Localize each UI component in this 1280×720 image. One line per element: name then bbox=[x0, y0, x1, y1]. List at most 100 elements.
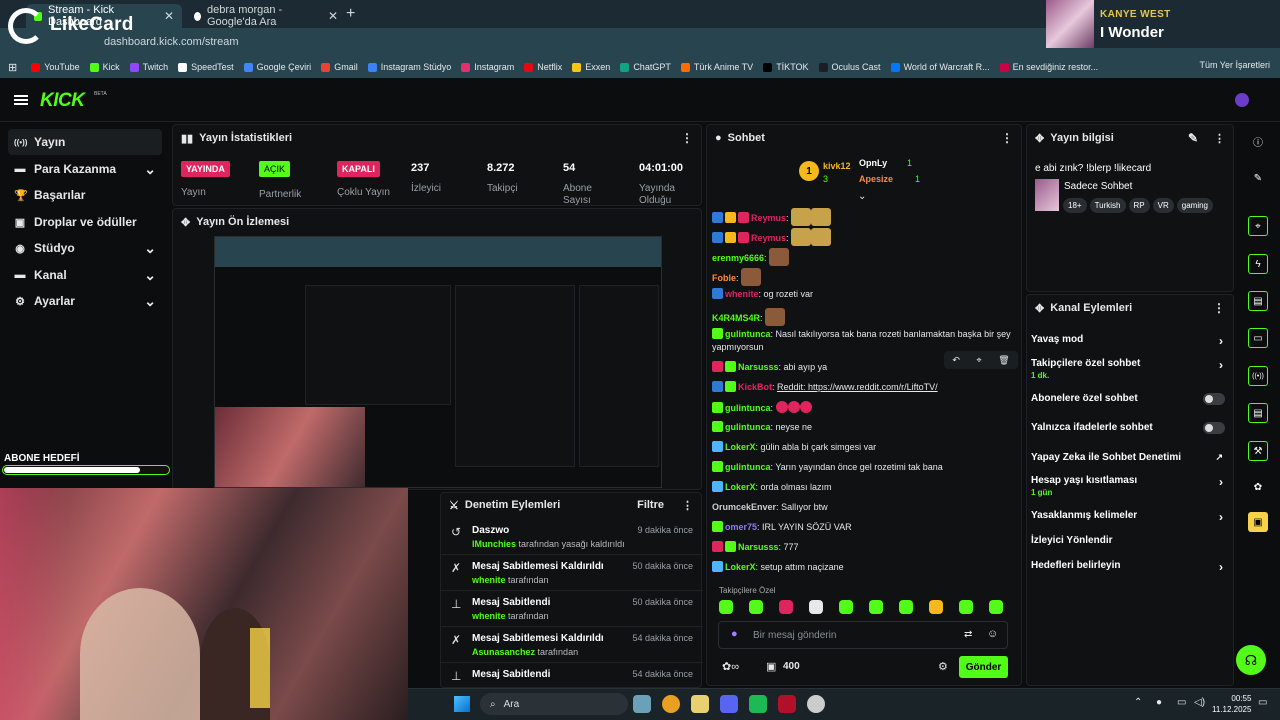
document-icon[interactable]: ▤ bbox=[1248, 291, 1268, 311]
channel-action-3[interactable]: Yalnızca ifadelerle sohbet bbox=[1031, 422, 1229, 436]
bookmark-item[interactable]: Türk Anime TV bbox=[680, 62, 753, 72]
avatar[interactable] bbox=[1235, 93, 1249, 107]
emote-icon[interactable] bbox=[809, 600, 823, 614]
sidebar-item-2[interactable]: 🏆 Başarılar bbox=[8, 182, 162, 208]
chat-username[interactable]: Narsusss bbox=[738, 362, 779, 372]
leader-name[interactable]: kivk12 bbox=[823, 161, 851, 171]
chat-username[interactable]: LokerX bbox=[725, 562, 756, 572]
target-icon[interactable]: ⌖ bbox=[1248, 216, 1268, 236]
tag[interactable]: gaming bbox=[1176, 198, 1214, 213]
network-icon[interactable]: ▭ bbox=[1177, 697, 1186, 708]
chevron-up-icon[interactable]: ⌃ bbox=[1134, 697, 1142, 708]
channel-action-0[interactable]: Yavaş mod › bbox=[1031, 334, 1229, 348]
leader-name[interactable]: Apesize bbox=[859, 174, 893, 184]
close-icon[interactable]: ✕ bbox=[164, 9, 174, 23]
external-link-icon[interactable]: ↗ bbox=[1215, 452, 1223, 463]
emote-icon[interactable] bbox=[929, 600, 943, 614]
bookmark-item[interactable]: SpeedTest bbox=[178, 62, 234, 72]
chat-username[interactable]: Foble bbox=[712, 273, 736, 283]
chat-username[interactable]: gulintunca bbox=[725, 403, 771, 413]
chat-username[interactable]: Reymus bbox=[751, 233, 786, 243]
filter-button[interactable]: Filtre bbox=[637, 499, 664, 511]
sidebar-item-4[interactable]: ◉ Stüdyo ⌄ bbox=[8, 235, 162, 261]
moderation-user[interactable]: whenite bbox=[472, 611, 506, 621]
chevron-right-icon[interactable]: › bbox=[1219, 560, 1223, 574]
emote-icon[interactable] bbox=[989, 600, 1003, 614]
chat-message[interactable]: LokerX: setup attım naçizane bbox=[712, 561, 1012, 574]
bookmark-item[interactable]: Twitch bbox=[129, 62, 168, 72]
channel-action-1[interactable]: Takipçilere özel sohbet 1 dk. › bbox=[1031, 358, 1229, 384]
emote-icon[interactable] bbox=[869, 600, 883, 614]
spotify-icon[interactable] bbox=[749, 695, 767, 713]
sidebar-item-3[interactable]: ▣ Droplar ve ödüller bbox=[8, 209, 162, 235]
bookmark-item[interactable]: Exxen bbox=[572, 62, 610, 72]
info-icon[interactable]: ⓘ bbox=[1248, 131, 1268, 151]
chat-bubble-icon[interactable]: ▭ bbox=[1248, 328, 1268, 348]
pin-icon[interactable]: ⌖ bbox=[977, 355, 982, 366]
tab-google-search[interactable]: debra morgan - Google'da Ara ✕ bbox=[186, 4, 346, 28]
bolt-icon[interactable]: ϟ bbox=[1248, 254, 1268, 274]
chevron-right-icon[interactable]: › bbox=[1219, 510, 1223, 524]
bookmark-item[interactable]: YouTube bbox=[31, 62, 80, 72]
moderation-user[interactable]: whenite bbox=[472, 575, 506, 585]
bookmark-item[interactable]: ChatGPT bbox=[620, 62, 671, 72]
chat-input[interactable]: ● Bir mesaj gönderin ⇄ ☺ bbox=[718, 621, 1008, 649]
chevron-right-icon[interactable]: › bbox=[1219, 334, 1223, 348]
chat-message[interactable]: KickBot: Reddit: https://www.reddit.com/… bbox=[712, 381, 1012, 394]
stream-preview-video[interactable] bbox=[214, 236, 662, 488]
url-field[interactable]: dashboard.kick.com/stream bbox=[104, 36, 239, 48]
monitor-app-icon[interactable] bbox=[633, 695, 651, 713]
chat-message[interactable]: whenite: og rozeti var bbox=[712, 288, 1012, 301]
sidebar-item-6[interactable]: ⚙ Ayarlar ⌄ bbox=[8, 288, 162, 314]
pencil-icon[interactable]: ✎ bbox=[1248, 168, 1268, 188]
chat-username[interactable]: whenite bbox=[725, 289, 759, 299]
channel-action-6[interactable]: Yasaklanmış kelimeler › bbox=[1031, 510, 1229, 524]
volume-icon[interactable]: ◁) bbox=[1194, 697, 1205, 708]
tag[interactable]: VR bbox=[1152, 198, 1174, 213]
bookmark-item[interactable]: Gmail bbox=[321, 62, 358, 72]
menu-icon[interactable] bbox=[14, 95, 28, 105]
bookmark-item[interactable]: En sevdiğiniz restor... bbox=[999, 62, 1098, 72]
chrome-icon[interactable] bbox=[662, 695, 680, 713]
all-bookmarks-link[interactable]: Tüm Yer İşaretleri bbox=[1199, 60, 1270, 70]
chat-message[interactable]: gulintunca: bbox=[712, 401, 1012, 415]
toggle-switch[interactable] bbox=[1203, 393, 1225, 405]
bookmark-item[interactable]: Kick bbox=[89, 62, 120, 72]
tag[interactable]: 18+ bbox=[1063, 198, 1087, 213]
users-icon[interactable]: ✿ bbox=[1248, 477, 1268, 497]
chevron-right-icon[interactable]: › bbox=[1219, 358, 1223, 372]
leader-name[interactable]: OpnLy bbox=[859, 158, 887, 168]
chat-message[interactable]: erenmy6666: bbox=[712, 248, 1012, 266]
chat-message[interactable]: Reymus: bbox=[712, 228, 1012, 246]
bookmark-item[interactable]: Google Çeviri bbox=[243, 62, 311, 72]
bookmark-item[interactable]: Netflix bbox=[524, 62, 562, 72]
bookmark-item[interactable]: TİKTOK bbox=[763, 62, 809, 72]
emote-icon[interactable] bbox=[779, 600, 793, 614]
more-icon[interactable]: ⋮ bbox=[1214, 132, 1225, 145]
moderation-user[interactable]: Asunasanchez bbox=[472, 647, 535, 657]
chat-username[interactable]: KickBot bbox=[738, 382, 772, 392]
chat-username[interactable]: erenmy6666 bbox=[712, 253, 764, 263]
chevron-down-icon[interactable]: ⌄ bbox=[858, 191, 866, 202]
tag[interactable]: Turkish bbox=[1089, 198, 1126, 213]
kick-logo[interactable]: KICK bbox=[40, 90, 85, 112]
edit-icon[interactable]: ✎ bbox=[1188, 131, 1198, 145]
bookmark-item[interactable]: Instagram Stüdyo bbox=[367, 62, 451, 72]
chat-username[interactable]: gulintunca bbox=[725, 329, 771, 339]
emote-icon[interactable] bbox=[959, 600, 973, 614]
send-button[interactable]: Gönder bbox=[959, 656, 1008, 678]
more-icon[interactable]: ⋮ bbox=[682, 499, 693, 512]
channel-action-2[interactable]: Abonelere özel sohbet bbox=[1031, 393, 1229, 407]
chat-message[interactable]: omer75: IRL YAYIN SÖZÜ VAR bbox=[712, 521, 1012, 534]
gear-icon[interactable]: ⚙ bbox=[938, 660, 948, 673]
app-icon[interactable] bbox=[807, 695, 825, 713]
chat-message[interactable]: LokerX: gülin abla bi çark simgesi var bbox=[712, 441, 1012, 454]
bookmark-item[interactable]: Instagram bbox=[461, 62, 514, 72]
emoji-icon[interactable]: ☺ bbox=[987, 628, 998, 640]
channel-action-8[interactable]: Hedefleri belirleyin › bbox=[1031, 560, 1229, 574]
windows-start-icon[interactable] bbox=[454, 696, 470, 712]
moderation-user[interactable]: lMunchies bbox=[472, 539, 516, 549]
more-icon[interactable]: ⋮ bbox=[681, 131, 693, 145]
mic-icon[interactable]: ● bbox=[1156, 697, 1162, 708]
chat-message[interactable]: OrumcekEnver: Sallıyor btw bbox=[712, 501, 1012, 514]
